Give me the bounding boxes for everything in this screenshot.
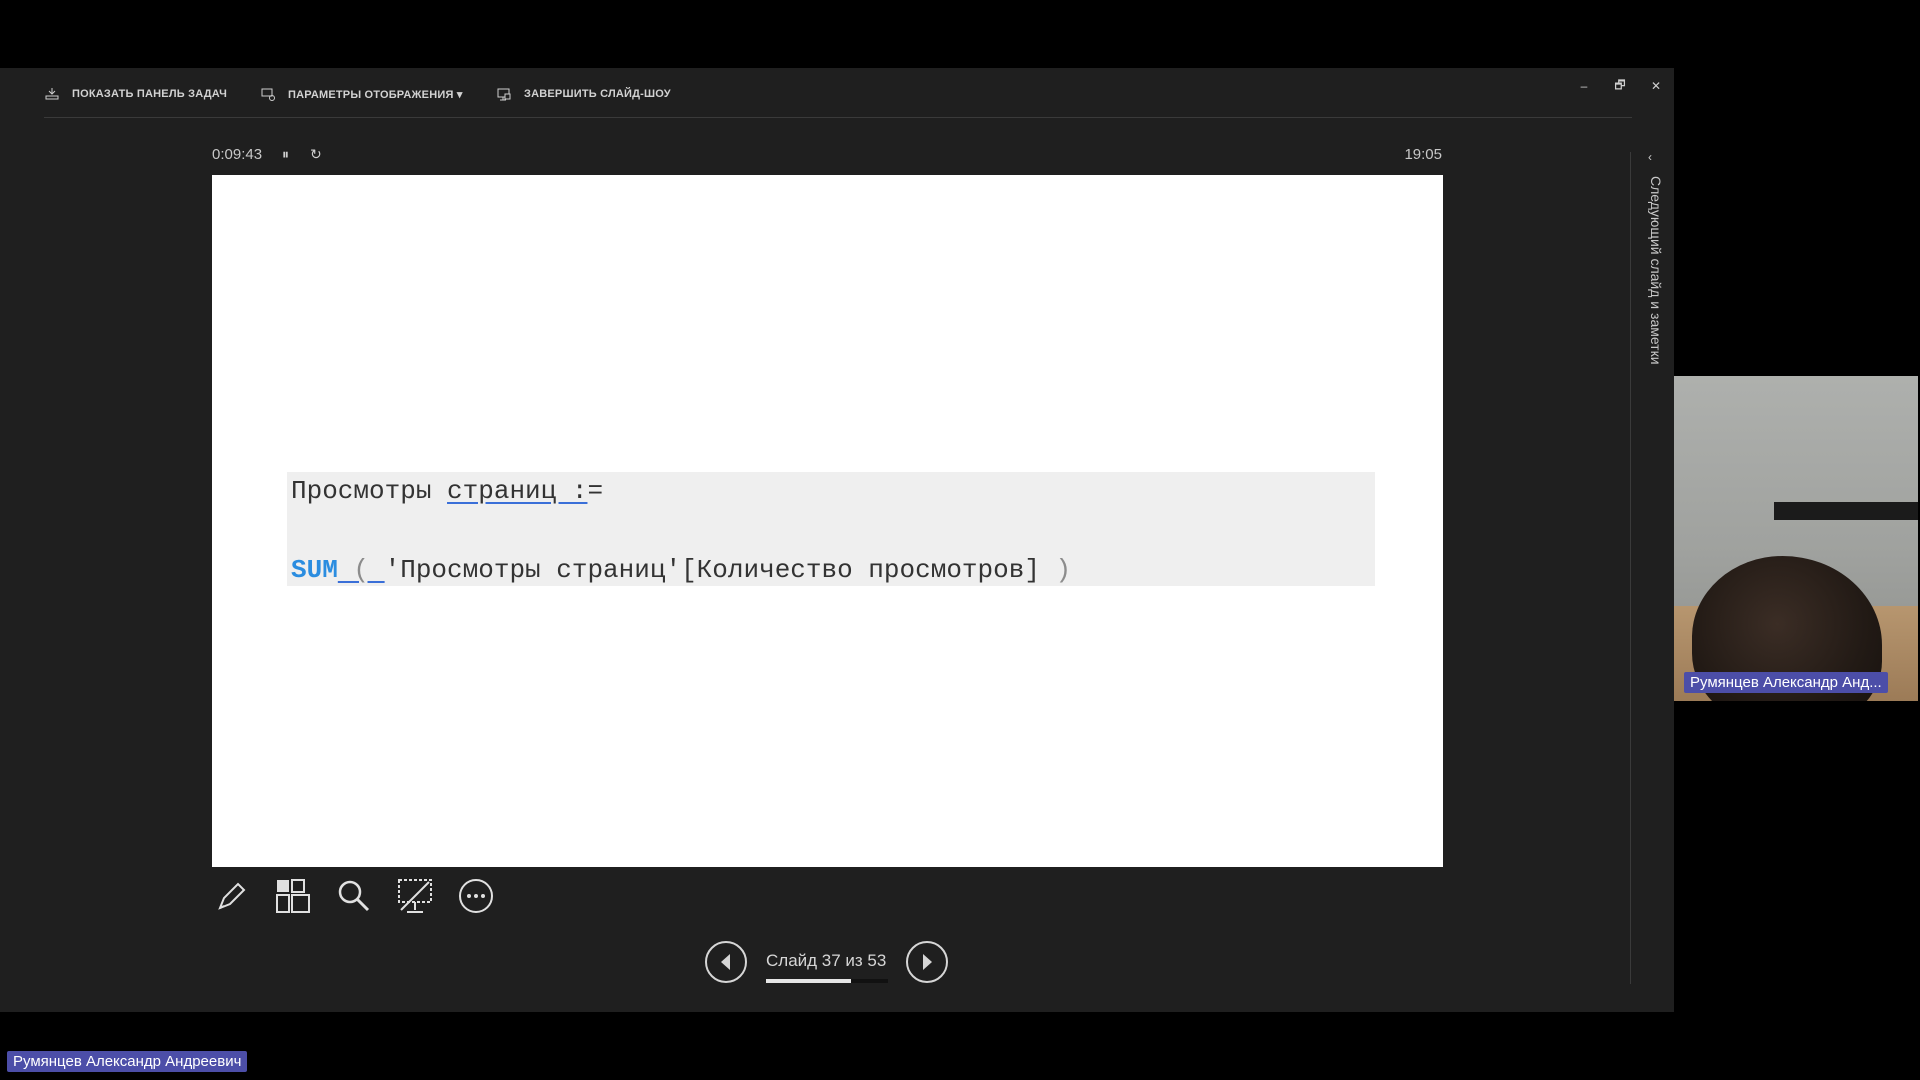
screen: ПОКАЗАТЬ ПАНЕЛЬ ЗАДАЧ ПАРАМЕТРЫ ОТОБРАЖЕ… bbox=[0, 0, 1920, 1080]
pause-timer-icon[interactable]: ⏸ bbox=[282, 146, 289, 163]
current-slide: Просмотры страниц := SUM ( 'Просмотры ст… bbox=[212, 175, 1443, 867]
timer-row: 0:09:43 ⏸ ↻ 19:05 bbox=[212, 146, 1442, 166]
elapsed-timer: 0:09:43 bbox=[212, 146, 263, 163]
slide-navigation: Слайд 37 из 53 bbox=[705, 941, 951, 989]
side-panel-divider bbox=[1630, 152, 1631, 984]
reset-timer-icon[interactable]: ↻ bbox=[310, 146, 322, 163]
next-arrow-icon bbox=[923, 954, 932, 970]
black-screen-icon bbox=[398, 879, 432, 913]
side-panel-toggle-icon[interactable]: ‹ bbox=[1648, 150, 1652, 164]
next-slide-notes-label[interactable]: Следующий слайд и заметки bbox=[1648, 176, 1664, 365]
see-all-slides-button[interactable] bbox=[273, 876, 313, 916]
more-icon bbox=[459, 879, 493, 913]
code-line-1: Просмотры страниц := bbox=[291, 476, 603, 506]
speaker-name-tag: Румянцев Александр Андреевич bbox=[7, 1051, 248, 1072]
presenter-toolbar: ПОКАЗАТЬ ПАНЕЛЬ ЗАДАЧ ПАРАМЕТРЫ ОТОБРАЖЕ… bbox=[0, 68, 1674, 116]
magnifier-icon bbox=[338, 880, 370, 912]
code-assign: = bbox=[587, 476, 604, 506]
end-slideshow-label: ЗАВЕРШИТЬ СЛАЙД-ШОУ bbox=[524, 88, 671, 100]
end-slideshow-button[interactable]: ЗАВЕРШИТЬ СЛАЙД-ШОУ bbox=[496, 86, 671, 102]
display-settings-button[interactable]: ПАРАМЕТРЫ ОТОБРАЖЕНИЯ ▾ bbox=[260, 86, 463, 102]
more-options-button[interactable] bbox=[456, 876, 496, 916]
restore-button[interactable]: 🗗 bbox=[1606, 74, 1634, 98]
code-measure-name-underlined: страниц : bbox=[447, 476, 588, 506]
pen-tool-button[interactable] bbox=[212, 876, 252, 916]
slide-progress-bar bbox=[766, 979, 888, 983]
taskbar-icon bbox=[45, 88, 59, 100]
next-slide-button[interactable] bbox=[906, 941, 948, 983]
display-settings-label: ПАРАМЕТРЫ ОТОБРАЖЕНИЯ ▾ bbox=[288, 88, 463, 101]
webcam-participant-name: Румянцев Александр Анд... bbox=[1684, 672, 1888, 693]
slide-counter: Слайд 37 из 53 bbox=[766, 951, 887, 970]
show-taskbar-label: ПОКАЗАТЬ ПАНЕЛЬ ЗАДАЧ bbox=[72, 88, 228, 100]
code-expression: 'Просмотры страниц'[Количество просмотро… bbox=[384, 555, 1040, 585]
webcam-tile[interactable]: Румянцев Александр Анд... bbox=[1674, 376, 1918, 701]
pen-icon bbox=[218, 882, 246, 910]
close-button[interactable]: ✕ bbox=[1642, 74, 1670, 98]
grid-icon bbox=[276, 879, 310, 913]
restore-icon: 🗗 bbox=[1614, 77, 1626, 92]
zoom-button[interactable] bbox=[334, 876, 374, 916]
slide-progress-fill bbox=[766, 979, 852, 983]
black-screen-button[interactable] bbox=[395, 876, 435, 916]
minimize-button[interactable]: – bbox=[1570, 74, 1598, 98]
minimize-icon: – bbox=[1580, 79, 1588, 93]
webcam-background-screen bbox=[1774, 502, 1918, 520]
presenter-view: ПОКАЗАТЬ ПАНЕЛЬ ЗАДАЧ ПАРАМЕТРЫ ОТОБРАЖЕ… bbox=[0, 68, 1674, 1012]
code-close-paren: ) bbox=[1039, 555, 1072, 585]
previous-arrow-icon bbox=[721, 954, 730, 970]
toolbar-divider bbox=[44, 117, 1632, 118]
code-measure-name: Просмотры bbox=[291, 476, 448, 506]
code-keyword: SUM bbox=[291, 555, 338, 585]
code-block: Просмотры страниц := SUM ( 'Просмотры ст… bbox=[287, 472, 1375, 586]
end-slideshow-icon bbox=[497, 88, 511, 101]
show-taskbar-button[interactable]: ПОКАЗАТЬ ПАНЕЛЬ ЗАДАЧ bbox=[44, 86, 227, 102]
current-time: 19:05 bbox=[1404, 146, 1442, 163]
previous-slide-button[interactable] bbox=[705, 941, 747, 983]
code-line-2: SUM ( 'Просмотры страниц'[Количество про… bbox=[291, 555, 1071, 585]
close-icon: ✕ bbox=[1650, 79, 1662, 93]
code-open-paren: ( bbox=[337, 555, 385, 585]
display-settings-icon bbox=[261, 88, 275, 101]
